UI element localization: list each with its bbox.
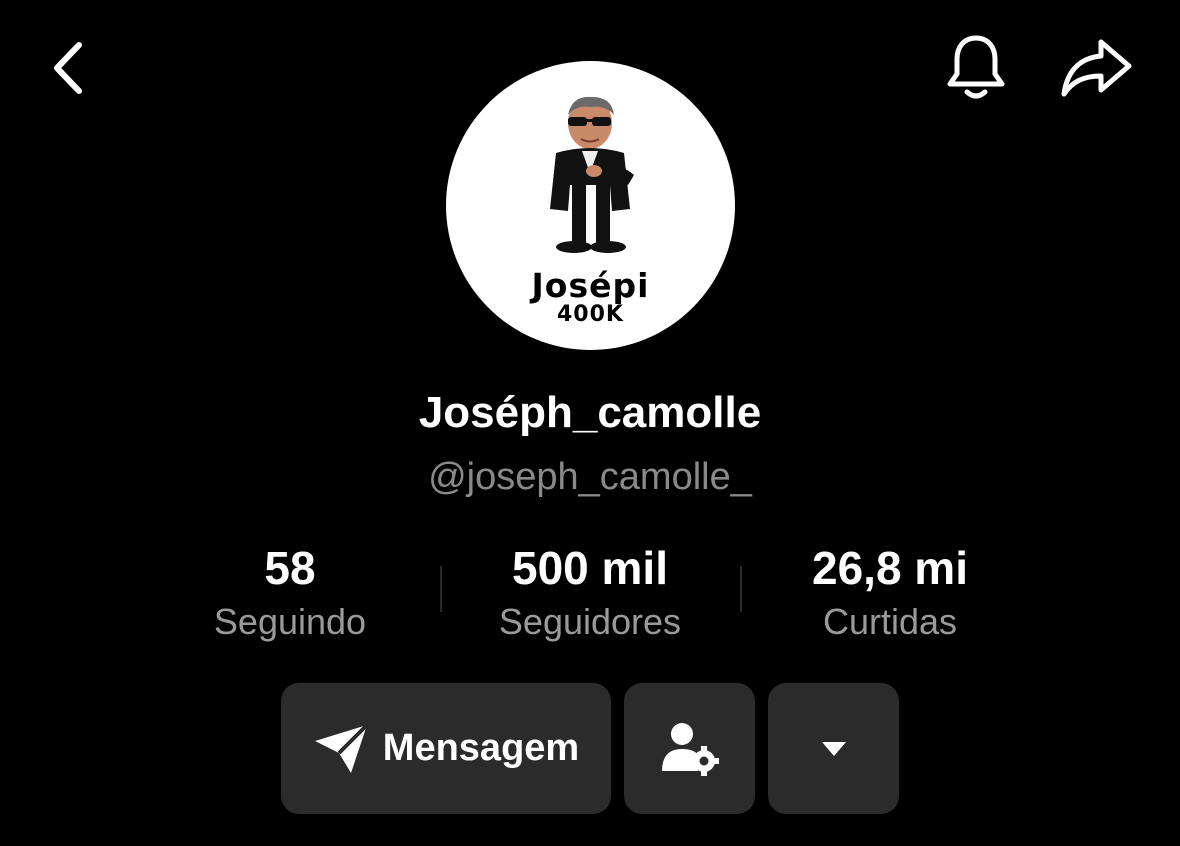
profile-handle: @joseph_camolle_ [428, 456, 752, 498]
caret-down-icon [821, 741, 846, 756]
notifications-button[interactable] [942, 30, 1010, 106]
stat-followers[interactable]: 500 mil Seguidores [460, 540, 720, 646]
profile-avatar[interactable]: Josépi 400K [446, 61, 735, 350]
stat-likes-value: 26,8 mi [812, 542, 968, 594]
stat-followers-value: 500 mil [512, 542, 668, 594]
share-button[interactable] [1056, 32, 1136, 104]
profile-display-name: Joséph_camolle [418, 388, 762, 437]
chevron-left-icon [54, 42, 82, 94]
send-paper-plane-icon [314, 723, 369, 773]
user-gear-icon [661, 722, 719, 776]
stat-likes[interactable]: 26,8 mi Curtidas [760, 540, 1020, 646]
message-button-label: Mensagem [382, 727, 580, 769]
profile-settings-button[interactable] [624, 683, 755, 814]
bell-icon [947, 35, 1005, 99]
avatar-caption-count: 400K [557, 302, 624, 327]
more-options-button[interactable] [768, 683, 899, 814]
message-button[interactable]: Mensagem [281, 683, 611, 814]
stat-followers-label: Seguidores [498, 601, 682, 642]
avatar-character-image [550, 96, 634, 253]
stat-following-value: 58 [264, 542, 316, 594]
back-button[interactable] [40, 36, 96, 100]
share-arrow-icon [1061, 39, 1132, 97]
stats-divider [440, 566, 442, 612]
stat-likes-label: Curtidas [822, 601, 958, 642]
avatar-caption-name: Josépi [531, 266, 650, 305]
stat-following-label: Seguindo [213, 601, 367, 642]
stats-divider [740, 566, 742, 612]
stat-following[interactable]: 58 Seguindo [160, 540, 420, 646]
